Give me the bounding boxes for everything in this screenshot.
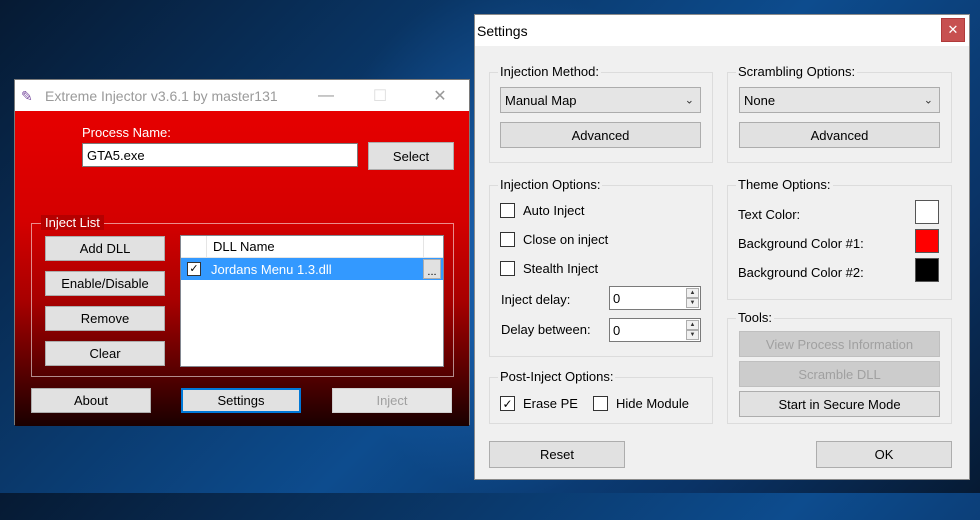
inject-delay-label: Inject delay: (501, 292, 571, 307)
chevron-down-icon: ⌄ (923, 94, 933, 107)
stealth-inject-box[interactable] (500, 261, 515, 276)
injector-body: Process Name: GTA5.exe Select Inject Lis… (15, 111, 469, 426)
injector-title: Extreme Injector v3.6.1 by master131 (45, 87, 278, 104)
inject-delay-value: 0 (613, 290, 621, 306)
close-on-inject-label: Close on inject (523, 232, 609, 247)
minimize-button[interactable]: — (303, 80, 349, 111)
about-button[interactable]: About (31, 388, 151, 413)
settings-titlebar[interactable]: Settings ✕ (475, 15, 969, 46)
delay-between-input[interactable]: 0 ▲ ▼ (609, 318, 701, 342)
syringe-icon: ✎ (21, 87, 33, 104)
start-secure-mode-button[interactable]: Start in Secure Mode (739, 391, 940, 417)
ok-button[interactable]: OK (816, 441, 952, 468)
inject-delay-input[interactable]: 0 ▲ ▼ (609, 286, 701, 310)
spin-down-icon[interactable]: ▼ (686, 330, 699, 340)
close-button[interactable]: ✕ (417, 80, 463, 111)
text-color-swatch[interactable] (915, 200, 939, 224)
dll-name: Jordans Menu 1.3.dll (211, 261, 332, 277)
settings-title: Settings (477, 22, 528, 39)
hide-module-checkbox[interactable]: Hide Module (593, 396, 689, 411)
spin-down-icon[interactable]: ▼ (686, 298, 699, 308)
select-process-button[interactable]: Select (368, 142, 454, 170)
scrambling-value: None (744, 92, 776, 108)
process-name-input[interactable]: GTA5.exe (82, 143, 358, 167)
scrambling-options-label: Scrambling Options: (736, 64, 858, 79)
inject-button[interactable]: Inject (332, 388, 452, 413)
settings-button[interactable]: Settings (181, 388, 301, 413)
delay-between-label: Delay between: (501, 322, 591, 337)
tools-label: Tools: (736, 310, 774, 325)
injector-window: ✎ Extreme Injector v3.6.1 by master131 —… (14, 79, 470, 426)
post-inject-label: Post-Inject Options: (498, 369, 616, 384)
background-color-2-swatch[interactable] (915, 258, 939, 282)
process-name-label: Process Name: (82, 125, 171, 140)
erase-pe-checkbox[interactable]: ✓ Erase PE (500, 396, 578, 411)
close-on-inject-box[interactable] (500, 232, 515, 247)
auto-inject-checkbox[interactable]: Auto Inject (500, 203, 584, 218)
scrambling-advanced-button[interactable]: Advanced (739, 122, 940, 148)
add-dll-button[interactable]: Add DLL (45, 236, 165, 261)
settings-window: Settings ✕ Injection Method: Manual Map … (474, 14, 970, 480)
check-column-header (181, 236, 207, 257)
dll-name-column-header: DLL Name (213, 239, 275, 254)
text-color-label: Text Color: (738, 207, 801, 222)
scrambling-options-group: Scrambling Options: (727, 64, 952, 163)
injection-advanced-button[interactable]: Advanced (500, 122, 701, 148)
spin-up-icon[interactable]: ▲ (686, 320, 699, 330)
auto-inject-box[interactable] (500, 203, 515, 218)
stealth-inject-label: Stealth Inject (523, 261, 599, 276)
injection-options-label: Injection Options: (498, 177, 603, 192)
more-column-header (423, 236, 443, 257)
spin-up-icon[interactable]: ▲ (686, 288, 699, 298)
injection-method-label: Injection Method: (498, 64, 602, 79)
scrambling-select[interactable]: None ⌄ (739, 87, 940, 113)
background-color-1-label: Background Color #1: (738, 236, 864, 251)
settings-close-button[interactable]: ✕ (941, 18, 965, 42)
dll-list-header[interactable]: DLL Name (181, 236, 443, 258)
erase-pe-label: Erase PE (523, 396, 578, 411)
dll-enabled-checkbox[interactable]: ✓ (187, 262, 201, 276)
chevron-down-icon: ⌄ (684, 94, 694, 107)
background-color-2-label: Background Color #2: (738, 265, 864, 280)
dll-list-row[interactable]: ✓ Jordans Menu 1.3.dll ... (181, 258, 443, 280)
view-process-information-button[interactable]: View Process Information (739, 331, 940, 357)
injector-titlebar[interactable]: ✎ Extreme Injector v3.6.1 by master131 —… (15, 80, 469, 111)
erase-pe-box[interactable]: ✓ (500, 396, 515, 411)
clear-button[interactable]: Clear (45, 341, 165, 366)
hide-module-box[interactable] (593, 396, 608, 411)
hide-module-label: Hide Module (616, 396, 689, 411)
scramble-dll-button[interactable]: Scramble DLL (739, 361, 940, 387)
injection-method-value: Manual Map (505, 92, 577, 108)
auto-inject-label: Auto Inject (523, 203, 585, 218)
dll-list[interactable]: DLL Name ✓ Jordans Menu 1.3.dll ... (180, 235, 444, 367)
reset-button[interactable]: Reset (489, 441, 625, 468)
close-on-inject-checkbox[interactable]: Close on inject (500, 232, 608, 247)
theme-options-label: Theme Options: (736, 177, 833, 192)
injection-method-group: Injection Method: (489, 64, 713, 163)
delay-between-value: 0 (613, 322, 621, 338)
stealth-inject-checkbox[interactable]: Stealth Inject (500, 261, 598, 276)
enable-disable-button[interactable]: Enable/Disable (45, 271, 165, 296)
dll-more-button[interactable]: ... (423, 259, 441, 279)
maximize-button[interactable]: ☐ (357, 80, 403, 111)
remove-button[interactable]: Remove (45, 306, 165, 331)
background-color-1-swatch[interactable] (915, 229, 939, 253)
inject-list-label: Inject List (41, 215, 104, 230)
injection-method-select[interactable]: Manual Map ⌄ (500, 87, 701, 113)
